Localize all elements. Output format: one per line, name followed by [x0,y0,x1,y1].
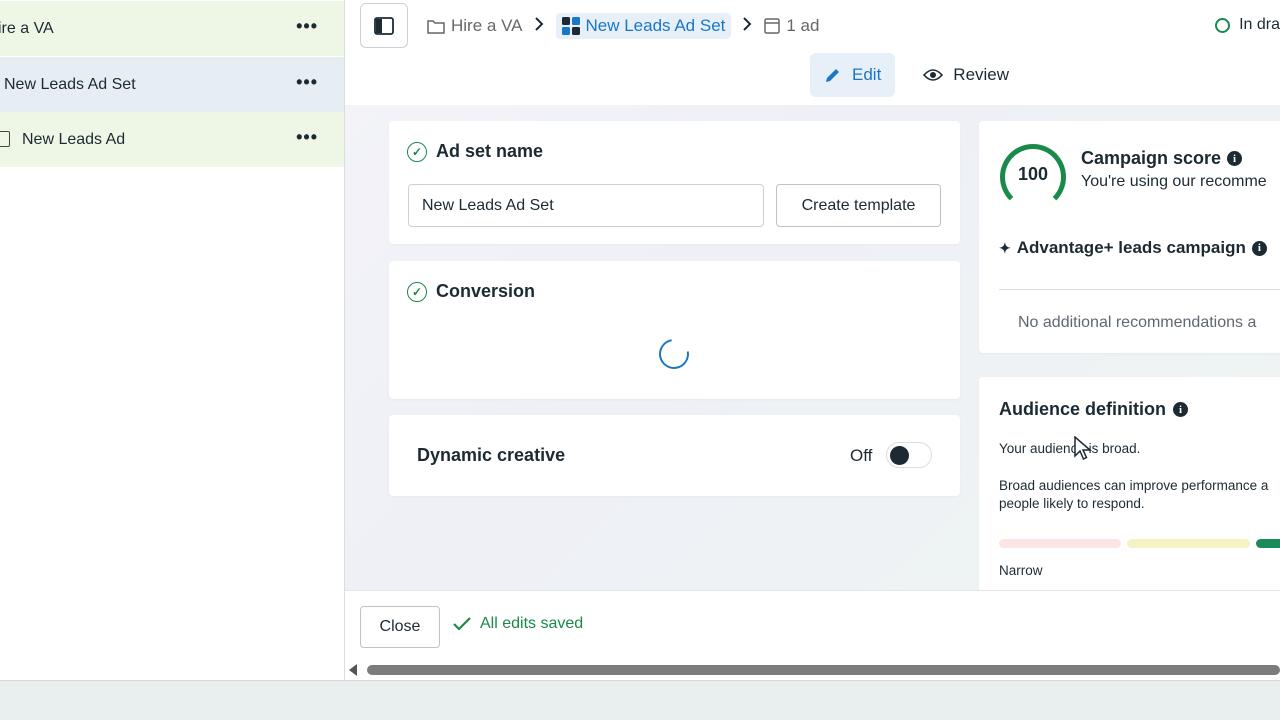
campaign-score-heading: Campaign score i [1081,148,1243,169]
scroll-left-icon[interactable] [349,664,357,676]
check-circle-icon: ✓ [407,281,427,302]
tab-label: Edit [852,65,882,84]
audience-description-line1: Broad audiences can improve performance … [999,478,1269,493]
bottom-bar [0,680,1280,720]
more-options-icon[interactable]: ••• [296,17,318,35]
breadcrumb-label: Hire a VA [451,16,523,35]
advantage-title: Advantage+ leads campaign [1016,238,1246,257]
sparkle-icon: ✦ [999,239,1011,256]
conversion-heading: ✓ Conversion [407,281,535,302]
breadcrumb-ad[interactable]: 1 ad [764,16,819,36]
dynamic-creative-title: Dynamic creative [417,445,566,465]
sidebar-toggle-icon [374,16,394,35]
sidebar-item-label: New Leads Ad [22,130,126,148]
grid-icon [561,17,580,35]
breadcrumb-label: 1 ad [786,16,820,35]
ad-set-name-heading: ✓ Ad set name [407,141,543,162]
dynamic-creative-card: Dynamic creative Off [389,415,960,496]
info-icon[interactable]: i [1227,151,1243,166]
audience-description-line2: people likely to respond. [999,496,1145,511]
status-label: In dra [1239,16,1280,33]
campaign-score-value: 100 [1017,163,1049,184]
status-ring-icon [1215,17,1231,33]
audience-meter-broad [1256,539,1280,548]
chevron-right-icon [743,16,752,36]
horizontal-scrollbar[interactable] [345,660,1280,680]
loading-spinner-icon [653,333,695,375]
tab-edit[interactable]: Edit [810,53,896,97]
dynamic-creative-state: Off [850,446,873,465]
eye-icon [923,69,944,81]
editor-canvas: ✓ Ad set name Create template ✓ Conversi… [345,105,1280,590]
audience-meter-narrow [999,539,1121,548]
sidebar: ire a VA ••• New Leads Ad Set ••• New Le… [0,0,345,680]
audience-meter-narrow-label: Narrow [999,563,1043,578]
divider [999,289,1280,290]
breadcrumb-campaign[interactable]: Hire a VA [427,16,523,36]
campaign-score-card: 100 Campaign score i You're using our re… [979,121,1280,353]
toggle-knob [890,446,909,465]
save-status: All edits saved [453,615,583,633]
chevron-right-icon [534,16,544,36]
audience-heading: Audience definition i [999,399,1189,420]
sidebar-item-ad-set[interactable]: New Leads Ad Set ••• [0,57,344,112]
sidebar-item-ad[interactable]: New Leads Ad ••• [0,112,344,167]
close-button[interactable]: Close [360,606,440,648]
audience-status-text: Your audience is broad. [999,441,1141,456]
save-status-label: All edits saved [480,615,584,632]
conversion-title: Conversion [436,281,536,301]
top-bar: Hire a VA New Leads Ad Set 1 ad In dra E… [345,0,1280,105]
sidebar-item-label: ire a VA [0,19,54,37]
campaign-score-title: Campaign score [1081,148,1222,168]
folder-icon [427,19,445,34]
checkmark-icon [453,617,471,631]
ad-set-name-input[interactable] [408,184,764,227]
ad-set-name-title: Ad set name [436,141,544,161]
ad-icon [0,131,10,147]
dynamic-creative-toggle[interactable] [886,442,932,468]
audience-meter-specific [1127,539,1250,548]
info-icon[interactable]: i [1173,402,1189,417]
no-recommendations-text: No additional recommendations a [1018,314,1257,331]
audience-title: Audience definition [999,399,1167,419]
status-indicator: In dra [1215,16,1280,34]
ad-icon [764,18,781,34]
toggle-sidebar-button[interactable] [360,3,408,48]
ad-set-name-card: ✓ Ad set name Create template [389,121,960,244]
info-icon[interactable]: i [1251,240,1267,256]
audience-definition-card: Audience definition i Your audience is b… [979,377,1280,590]
footer: Close All edits saved [345,590,1280,660]
sidebar-item-label: New Leads Ad Set [4,75,136,93]
breadcrumb-label: New Leads Ad Set [585,16,726,35]
conversion-card: ✓ Conversion [389,261,960,399]
scrollbar-thumb[interactable] [367,665,1280,675]
mouse-cursor-icon [1074,436,1092,461]
breadcrumb: Hire a VA New Leads Ad Set 1 ad [427,10,819,42]
breadcrumb-ad-set[interactable]: New Leads Ad Set [555,13,732,39]
mode-tabs: Edit Review [810,53,1023,97]
more-options-icon[interactable]: ••• [296,128,318,146]
campaign-score-subtitle: You're using our recomme [1081,173,1267,190]
tab-label: Review [953,65,1010,84]
check-circle-icon: ✓ [407,141,427,162]
advantage-heading: ✦ Advantage+ leads campaign i [999,238,1267,258]
sidebar-item-campaign[interactable]: ire a VA ••• [0,1,344,56]
tab-review[interactable]: Review [909,53,1023,97]
more-options-icon[interactable]: ••• [296,73,318,91]
create-template-button[interactable]: Create template [776,184,941,227]
pencil-icon [826,69,839,82]
